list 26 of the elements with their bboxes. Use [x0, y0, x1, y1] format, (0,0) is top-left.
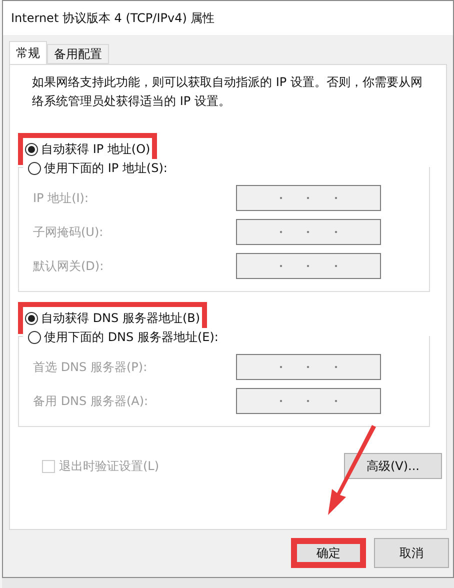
ip-address-field[interactable] — [236, 219, 381, 245]
radio-label: 自动获得 IP 地址(O) — [41, 141, 150, 158]
ip-address-field[interactable] — [236, 253, 381, 279]
radio-button[interactable] — [25, 312, 38, 324]
radio-label: 使用下面的 IP 地址(S): — [44, 160, 168, 177]
radio-button[interactable] — [25, 142, 38, 156]
field-label: 默认网关(D): — [33, 258, 105, 275]
tab[interactable]: 常规 — [9, 41, 47, 64]
checkbox-label: 退出时验证设置(L) — [59, 458, 160, 475]
radio-label: 使用下面的 DNS 服务器地址(E): — [44, 329, 218, 346]
radio-label: 自动获得 DNS 服务器地址(B) — [41, 310, 200, 327]
tab[interactable]: 备用配置 — [47, 44, 109, 64]
radio-button[interactable] — [28, 330, 41, 344]
ip-address-field[interactable] — [236, 388, 381, 414]
radio-button[interactable] — [28, 162, 41, 174]
field-label: IP 地址(I): — [33, 190, 90, 207]
field-label: 备用 DNS 服务器(A): — [33, 393, 150, 410]
ip-address-field[interactable] — [236, 185, 381, 211]
field-label: 首选 DNS 服务器(P): — [33, 359, 148, 376]
window-title: Internet 协议版本 4 (TCP/IPv4) 属性 — [11, 10, 215, 27]
ip-address-field[interactable] — [236, 354, 381, 380]
dialog-button[interactable]: 取消 — [374, 538, 449, 568]
advanced-button[interactable]: 高级(V)... — [344, 453, 442, 479]
field-label: 子网掩码(U): — [33, 224, 104, 241]
dialog-button[interactable]: 确定 — [291, 538, 366, 568]
description-text: 如果网络支持此功能，则可以获取自动指派的 IP 设置。否则，你需要从网络系统管理员处获得适当的 IP 设置。 — [31, 74, 424, 110]
